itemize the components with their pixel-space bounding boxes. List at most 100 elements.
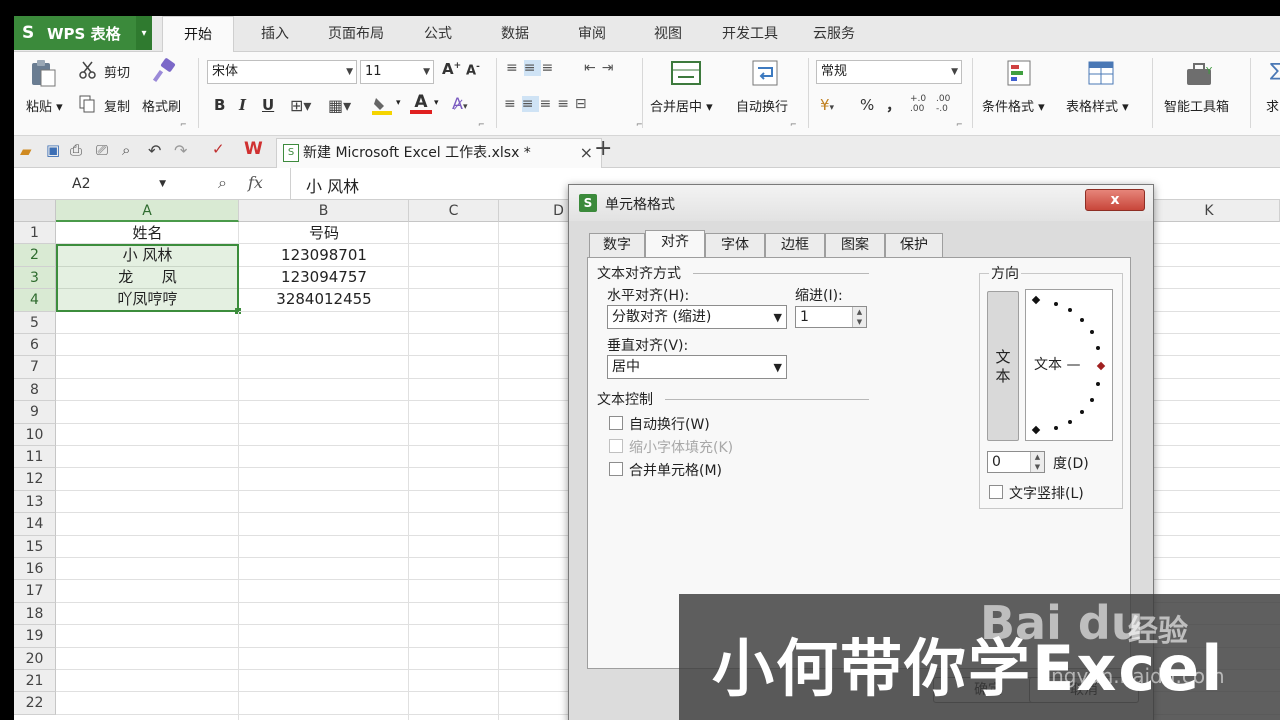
- merge-launcher-icon[interactable]: ⌐: [790, 120, 797, 129]
- conditional-format-button[interactable]: 条件格式 ▾: [982, 96, 1045, 115]
- decrease-font-icon[interactable]: A-: [466, 62, 480, 78]
- comma-button[interactable]: ，: [886, 94, 901, 115]
- cell-b4[interactable]: 3284012455: [239, 288, 409, 310]
- more-button[interactable]: 求: [1266, 96, 1279, 115]
- dialog-close-button[interactable]: x: [1085, 189, 1145, 211]
- font-launcher-icon[interactable]: ⌐: [478, 120, 485, 129]
- indent-spinner[interactable]: 1 ▲ ▼: [795, 306, 867, 328]
- table-style-button[interactable]: 表格样式 ▾: [1066, 96, 1129, 115]
- percent-button[interactable]: %: [860, 96, 874, 114]
- tab-review[interactable]: 审阅: [564, 16, 620, 52]
- tab-pattern[interactable]: 图案: [825, 233, 885, 257]
- fill-color-dropdown-icon[interactable]: ▾: [396, 98, 401, 108]
- row-header[interactable]: 9: [14, 401, 56, 424]
- row-header[interactable]: 17: [14, 580, 56, 603]
- spinner-arrows-icon[interactable]: ▲ ▼: [852, 307, 866, 327]
- row-header[interactable]: 7: [14, 356, 56, 379]
- row-header[interactable]: 3: [14, 266, 56, 290]
- horizontal-align-select[interactable]: 分散对齐 (缩进) ▼: [607, 305, 787, 329]
- borders-icon[interactable]: ⊞▾: [290, 96, 311, 115]
- row-header[interactable]: 5: [14, 311, 56, 334]
- row-header[interactable]: 12: [14, 468, 56, 491]
- table-style-icon[interactable]: [1086, 58, 1116, 88]
- row-header[interactable]: 18: [14, 602, 56, 626]
- row-header[interactable]: 13: [14, 490, 56, 514]
- row-header[interactable]: 8: [14, 378, 56, 402]
- font-color-button[interactable]: A: [410, 92, 432, 116]
- cut-icon[interactable]: [78, 60, 98, 80]
- tab-font[interactable]: 字体: [705, 233, 765, 257]
- increase-font-icon[interactable]: A+: [442, 60, 461, 78]
- row-header[interactable]: 14: [14, 513, 56, 536]
- tab-page-layout[interactable]: 页面布局: [318, 16, 394, 52]
- paste-button[interactable]: 粘贴 ▾: [26, 96, 63, 115]
- dialog-titlebar[interactable]: S 单元格格式: [569, 185, 1153, 221]
- currency-icon[interactable]: ¥▾: [820, 96, 834, 114]
- shrink-to-fit-checkbox[interactable]: [609, 439, 623, 453]
- wps-app-button[interactable]: S WPS 表格: [14, 16, 150, 50]
- font-name-select[interactable]: 宋体 ▼: [207, 60, 357, 84]
- cell-a1[interactable]: 姓名: [56, 222, 239, 244]
- cut-button[interactable]: 剪切: [104, 62, 130, 81]
- copy-button[interactable]: 复制: [104, 96, 130, 115]
- orientation-dial[interactable]: 文本 —: [1025, 289, 1113, 441]
- name-box[interactable]: A2 ▼: [54, 173, 170, 195]
- print-icon[interactable]: ⎚: [96, 141, 108, 159]
- vertical-text-button[interactable]: 文本: [987, 291, 1019, 441]
- column-header-a[interactable]: A: [56, 200, 239, 222]
- print-preview-icon[interactable]: ⌕: [122, 141, 130, 159]
- wps-docs-icon[interactable]: W: [244, 139, 263, 159]
- cell-a4[interactable]: 吖凤哼哼: [56, 288, 239, 310]
- font-size-select[interactable]: 11 ▼: [360, 60, 434, 84]
- tab-cloud[interactable]: 云服务: [802, 16, 866, 52]
- wps-menu-dropdown-icon[interactable]: ▾: [136, 16, 152, 50]
- cell-fill-grid-icon[interactable]: ▦▾: [328, 96, 351, 115]
- merge-cells-checkbox[interactable]: [609, 462, 623, 476]
- export-pdf-icon[interactable]: ⎙: [70, 141, 82, 159]
- italic-button[interactable]: I: [239, 96, 246, 114]
- font-color-dropdown-icon[interactable]: ▾: [434, 98, 439, 108]
- clipboard-launcher-icon[interactable]: ⌐: [180, 120, 187, 129]
- tab-protection[interactable]: 保护: [885, 233, 943, 257]
- row-header[interactable]: 21: [14, 670, 56, 693]
- row-header[interactable]: 19: [14, 625, 56, 648]
- increase-decimal-icon[interactable]: +.0.00: [910, 94, 926, 114]
- open-folder-icon[interactable]: ▰: [20, 142, 32, 160]
- wrap-text-button[interactable]: 自动换行: [736, 96, 788, 115]
- tab-number[interactable]: 数字: [589, 233, 645, 257]
- row-header[interactable]: 20: [14, 647, 56, 670]
- redo-icon[interactable]: ↷: [174, 141, 187, 160]
- bold-button[interactable]: B: [214, 96, 225, 114]
- document-tab[interactable]: S 新建 Microsoft Excel 工作表.xlsx * ×: [276, 138, 602, 168]
- copy-icon[interactable]: [78, 94, 96, 114]
- tab-data[interactable]: 数据: [486, 16, 544, 52]
- number-format-select[interactable]: 常规 ▼: [816, 60, 962, 84]
- cell-b3[interactable]: 123094757: [239, 266, 409, 288]
- merge-center-button[interactable]: 合并居中 ▾: [650, 96, 713, 115]
- wrap-text-checkbox[interactable]: [609, 416, 623, 430]
- conditional-format-icon[interactable]: [1004, 58, 1034, 88]
- row-header[interactable]: 4: [14, 289, 56, 312]
- row-header[interactable]: 11: [14, 446, 56, 469]
- wrap-text-icon[interactable]: [750, 58, 780, 88]
- underline-button[interactable]: U: [262, 96, 274, 114]
- row-header[interactable]: 6: [14, 334, 56, 357]
- degree-spinner-arrows-icon[interactable]: ▲ ▼: [1030, 452, 1044, 472]
- toolbox-icon[interactable]: Y: [1184, 60, 1216, 88]
- smart-toolbox-button[interactable]: 智能工具箱: [1164, 96, 1229, 115]
- customize-toolbar-icon[interactable]: ✓: [212, 140, 225, 158]
- vertical-align-select[interactable]: 居中 ▼: [607, 355, 787, 379]
- row-header[interactable]: 10: [14, 423, 56, 446]
- tab-formulas[interactable]: 公式: [410, 16, 466, 52]
- new-tab-icon[interactable]: +: [594, 136, 612, 161]
- zoom-formula-icon[interactable]: ⌕: [218, 173, 227, 193]
- cell-a2[interactable]: 小 风林: [56, 244, 239, 266]
- merge-center-icon[interactable]: [670, 58, 702, 88]
- insert-function-icon[interactable]: fx: [248, 173, 263, 192]
- tab-home[interactable]: 开始: [162, 16, 234, 52]
- row-header[interactable]: 22: [14, 692, 56, 715]
- tab-insert[interactable]: 插入: [240, 16, 310, 52]
- tab-border[interactable]: 边框: [765, 233, 825, 257]
- row-header[interactable]: 16: [14, 558, 56, 581]
- cell-b2[interactable]: 123098701: [239, 244, 409, 266]
